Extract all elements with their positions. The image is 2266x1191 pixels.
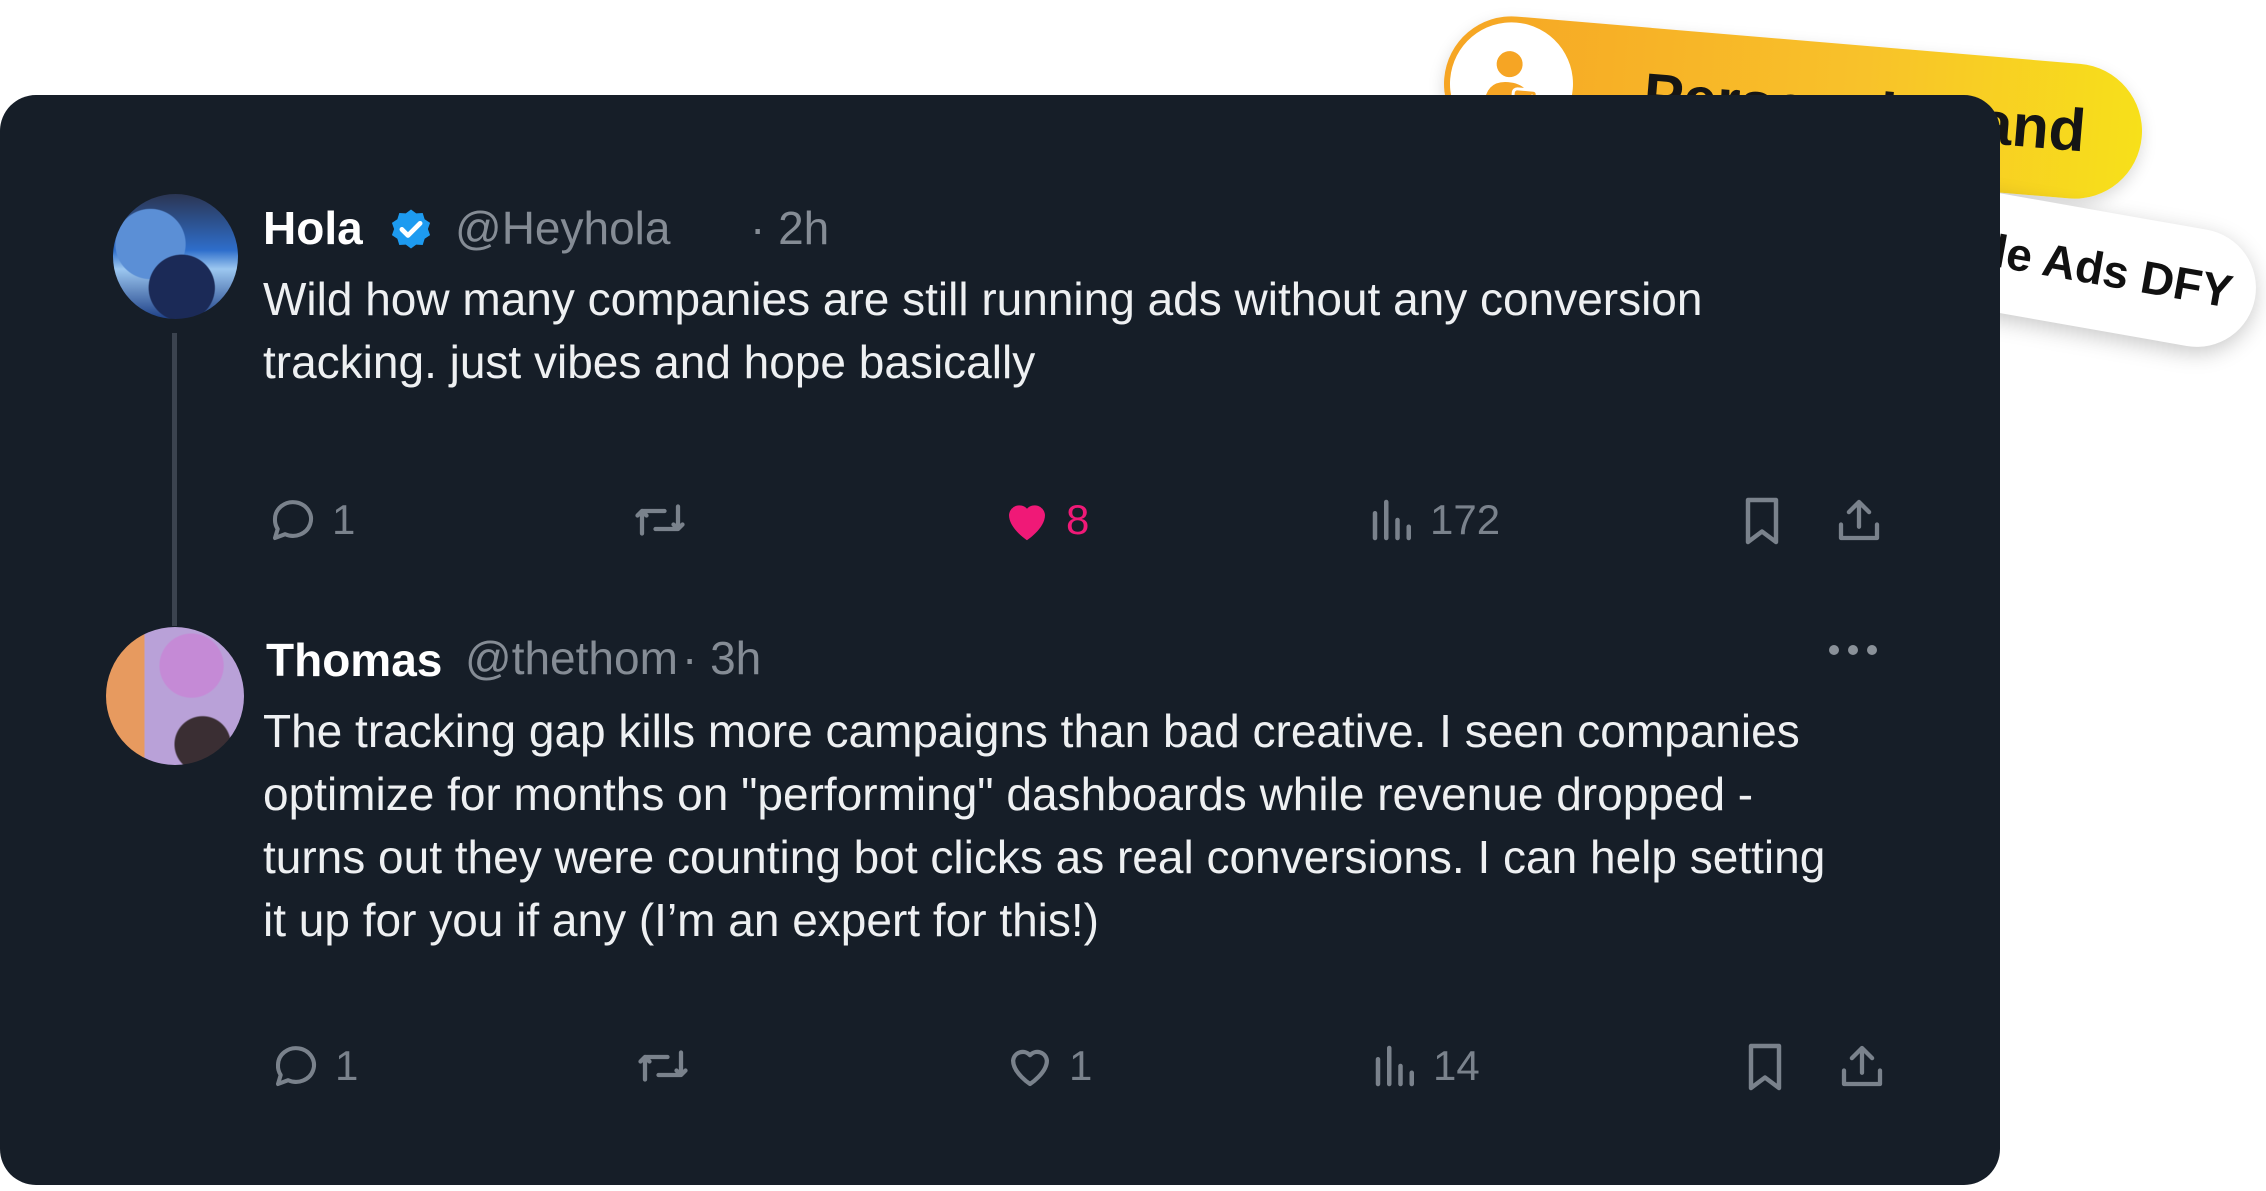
reply-button[interactable]: 1 [269, 1039, 358, 1093]
more-options-button[interactable] [1829, 645, 1877, 655]
bookmark-button[interactable] [1737, 493, 1787, 549]
bookmark-button[interactable] [1740, 1039, 1790, 1095]
tweet-text-line: tracking. just vibes and hope basically [263, 336, 1036, 388]
share-upload-icon [1841, 1045, 1883, 1087]
avatar-thomas[interactable] [106, 627, 244, 765]
tweet-text-line: optimize for months on "performing" dash… [263, 768, 1754, 820]
tweet-time[interactable]: · 3h [682, 631, 761, 685]
like-button[interactable]: 8 [1000, 493, 1089, 547]
like-count: 8 [1066, 496, 1090, 543]
tweet-text: Wild how many companies are still runnin… [263, 268, 1783, 394]
speech-bubble-icon [272, 500, 313, 541]
share-upload-icon [1838, 499, 1880, 541]
bar-chart-icon [1372, 499, 1411, 541]
tweet-text-line: Wild how many companies are still runnin… [263, 273, 1703, 325]
verified-badge-icon [391, 209, 431, 249]
views-button[interactable]: 172 [1368, 493, 1500, 547]
heart-icon [1010, 1049, 1050, 1087]
like-button[interactable]: 1 [1003, 1039, 1092, 1093]
views-button[interactable]: 14 [1371, 1039, 1480, 1093]
bookmark-icon [1748, 1043, 1782, 1091]
reply-button[interactable]: 1 [266, 493, 355, 547]
more-dot [1848, 645, 1858, 655]
author-name[interactable]: Hola [263, 201, 363, 255]
retweet-icon [635, 504, 685, 536]
views-count: 14 [1433, 1042, 1480, 1089]
tweet-time[interactable]: · 2h [750, 201, 829, 255]
speech-bubble-icon [275, 1046, 316, 1087]
retweet-icon [638, 1050, 688, 1082]
thread-connector-line [172, 333, 177, 626]
heart-icon [1009, 505, 1045, 541]
bar-chart-icon [1375, 1045, 1414, 1087]
share-button[interactable] [1832, 493, 1886, 547]
tweet-text-line: The tracking gap kills more campaigns th… [263, 705, 1800, 757]
retweet-button[interactable] [630, 493, 690, 547]
author-name[interactable]: Thomas [266, 633, 442, 687]
reply-count: 1 [335, 1042, 359, 1089]
views-count: 172 [1430, 496, 1501, 543]
author-handle[interactable]: @Heyhola [455, 201, 670, 255]
bookmark-icon [1745, 497, 1779, 545]
share-button[interactable] [1835, 1039, 1889, 1093]
tweet-text: The tracking gap kills more campaigns th… [263, 700, 1903, 952]
author-handle[interactable]: @thethom [465, 631, 678, 685]
tweet-text-line: turns out they were counting bot clicks … [263, 831, 1826, 883]
more-dot [1867, 645, 1877, 655]
reply-count: 1 [332, 496, 356, 543]
like-count: 1 [1069, 1042, 1093, 1089]
retweet-button[interactable] [633, 1039, 693, 1093]
tweet-text-line: it up for you if any (I’m an expert for … [263, 894, 1099, 946]
more-dot [1829, 645, 1839, 655]
avatar-hola[interactable] [113, 194, 238, 319]
